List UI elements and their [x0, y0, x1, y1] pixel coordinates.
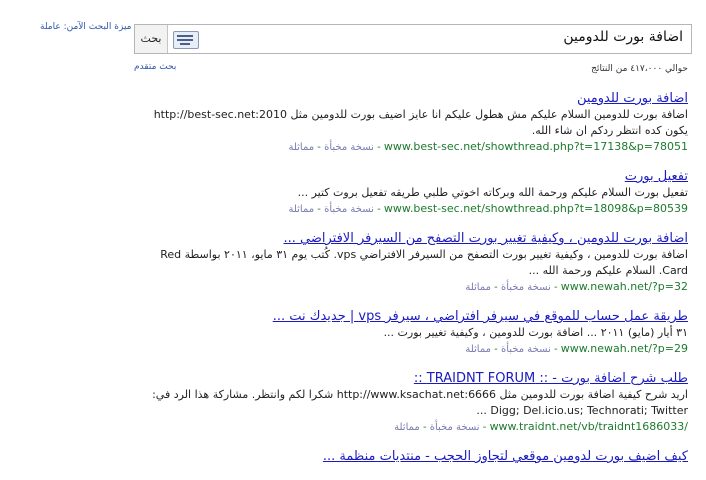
- result-meta: www.newah.net/?p=32 - نسخة مخبأة - مماثل…: [138, 279, 688, 296]
- separator: -: [377, 204, 381, 215]
- result-title-link[interactable]: تفعيل بورت: [138, 168, 688, 185]
- separator: -: [377, 142, 381, 153]
- cached-link[interactable]: نسخة مخبأة: [324, 142, 374, 153]
- result-url: www.newah.net/?p=32: [560, 280, 688, 293]
- search-result: اضافة بورت للدومين اضافة بورت للدومين ال…: [138, 90, 688, 156]
- similar-link[interactable]: مماثلة: [465, 344, 491, 355]
- cached-link[interactable]: نسخة مخبأة: [501, 344, 551, 355]
- result-snippet: ٣١ أيار (مايو) ٢٠١١ ... اضافة بورت للدوم…: [383, 326, 688, 339]
- similar-link[interactable]: مماثلة: [288, 142, 314, 153]
- safe-search-link[interactable]: ميزة البحث الآمن: عاملة: [40, 22, 131, 32]
- search-result: كيف اضيف بورت لدومين موقعي لتجاوز الحجب …: [138, 448, 688, 465]
- separator: -: [317, 142, 321, 153]
- result-snippet: اضافة بورت للدومين ، وكيفية تغيير بورت ا…: [160, 248, 688, 277]
- result-snippet: تفعيل بورت السلام عليكم ورحمة الله وبركا…: [297, 186, 688, 199]
- result-snippet: اضافة بورت للدومين السلام عليكم مش هطول …: [153, 108, 688, 137]
- result-title-link[interactable]: اضافة بورت للدومين ، وكيفية تغيير بورت ا…: [138, 230, 688, 247]
- result-title-link[interactable]: كيف اضيف بورت لدومين موقعي لتجاوز الحجب …: [138, 448, 688, 465]
- result-title-link[interactable]: اضافة بورت للدومين: [138, 90, 688, 107]
- search-result: طريقة عمل حساب للموقع في سيرفر افتراضي ،…: [138, 308, 688, 358]
- similar-link[interactable]: مماثلة: [394, 422, 420, 433]
- result-title-link[interactable]: طريقة عمل حساب للموقع في سيرفر افتراضي ،…: [138, 308, 688, 325]
- result-meta: www.best-sec.net/showthread.php?t=17138&…: [138, 139, 688, 156]
- result-url: www.newah.net/?p=29: [560, 342, 688, 355]
- separator: -: [482, 422, 487, 433]
- result-url: www.best-sec.net/showthread.php?t=17138&…: [383, 140, 688, 153]
- separator: -: [494, 282, 498, 293]
- result-meta: www.traidnt.net/vb/traidnt1686033/ - نسخ…: [138, 419, 688, 436]
- similar-link[interactable]: مماثلة: [465, 282, 491, 293]
- search-input[interactable]: اضافة بورت للدومين: [563, 29, 683, 45]
- search-box: بحث اضافة بورت للدومين: [134, 24, 692, 54]
- keyboard-icon[interactable]: [173, 31, 199, 49]
- result-title-link[interactable]: طلب شرح اضافة بورت - :: TRAIDNT FORUM ::: [138, 370, 688, 387]
- separator: -: [553, 344, 558, 355]
- result-meta: www.newah.net/?p=29 - نسخة مخبأة - مماثل…: [138, 341, 688, 358]
- separator: -: [553, 282, 558, 293]
- result-snippet: اريد شرح كيفية اضافة بورت للدومين مثل ht…: [152, 388, 688, 417]
- results-list: اضافة بورت للدومين اضافة بورت للدومين ال…: [138, 90, 688, 477]
- search-result: طلب شرح اضافة بورت - :: TRAIDNT FORUM ::…: [138, 370, 688, 436]
- separator: -: [317, 204, 321, 215]
- separator: -: [422, 422, 427, 433]
- advanced-search-link[interactable]: بحث متقدم: [134, 62, 176, 72]
- result-stats: حوالي ٤١٧،٠٠٠ من النتائج: [591, 64, 688, 74]
- search-header: ميزة البحث الآمن: عاملة بحث متقدم بحث اض…: [0, 0, 706, 84]
- result-meta: www.best-sec.net/showthread.php?t=18098&…: [138, 201, 688, 218]
- cached-link[interactable]: نسخة مخبأة: [501, 282, 551, 293]
- result-url: www.traidnt.net/vb/traidnt1686033/: [489, 420, 688, 433]
- separator: -: [494, 344, 498, 355]
- similar-link[interactable]: مماثلة: [288, 204, 314, 215]
- result-url: www.best-sec.net/showthread.php?t=18098&…: [383, 202, 688, 215]
- search-button[interactable]: بحث: [135, 25, 168, 53]
- cached-link[interactable]: نسخة مخبأة: [430, 422, 480, 433]
- search-result: اضافة بورت للدومين ، وكيفية تغيير بورت ا…: [138, 230, 688, 296]
- search-result: تفعيل بورت تفعيل بورت السلام عليكم ورحمة…: [138, 168, 688, 218]
- cached-link[interactable]: نسخة مخبأة: [324, 204, 374, 215]
